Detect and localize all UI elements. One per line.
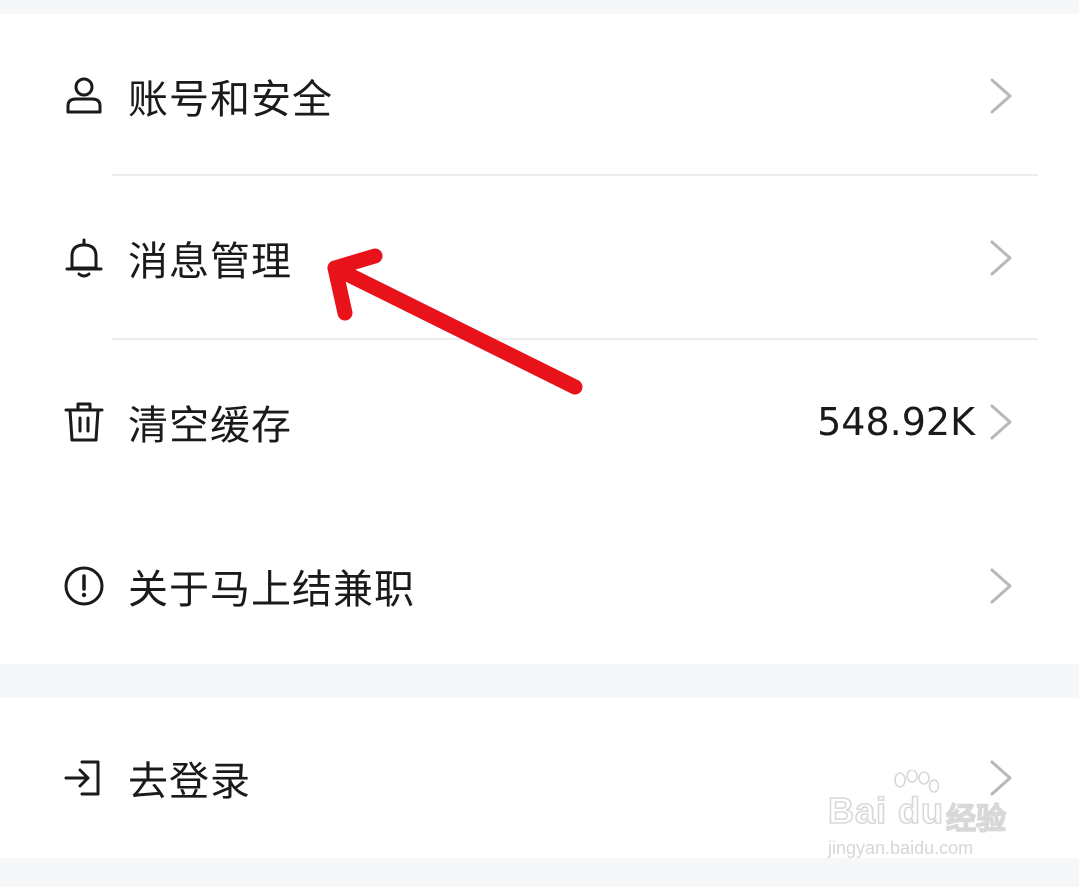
chevron-right-icon — [990, 78, 1012, 114]
settings-item-about[interactable]: 关于马上结兼职 — [0, 504, 1079, 668]
trash-icon — [64, 402, 104, 442]
baidu-watermark: Bai du 经验 jingyan.baidu.com — [827, 770, 1038, 870]
settings-item-label: 清空缓存 — [128, 403, 292, 449]
login-label: 去登录 — [128, 759, 251, 805]
watermark-text: 经验 — [945, 801, 1006, 837]
cache-size-value: 548.92K — [817, 400, 975, 444]
chevron-right-icon — [990, 568, 1012, 604]
settings-item-account-security[interactable]: 账号和安全 — [0, 14, 1079, 178]
chevron-right-icon — [990, 240, 1012, 276]
login-icon — [64, 760, 100, 796]
info-icon — [64, 566, 104, 606]
settings-item-label: 关于马上结兼职 — [128, 567, 415, 613]
user-icon — [66, 77, 102, 114]
settings-item-label: 账号和安全 — [128, 77, 333, 123]
settings-item-label: 消息管理 — [128, 239, 292, 285]
settings-item-message-management[interactable]: 消息管理 — [0, 176, 1079, 340]
bell-icon — [65, 238, 103, 278]
watermark-brand: Bai du — [827, 789, 945, 832]
chevron-right-icon — [990, 404, 1012, 440]
watermark-url: jingyan.baidu.com — [828, 838, 974, 858]
settings-item-clear-cache[interactable]: 清空缓存 548.92K — [0, 340, 1079, 504]
settings-card: 账号和安全 消息管理 清空缓存 548.92K 关于马上结兼职 — [0, 14, 1079, 664]
